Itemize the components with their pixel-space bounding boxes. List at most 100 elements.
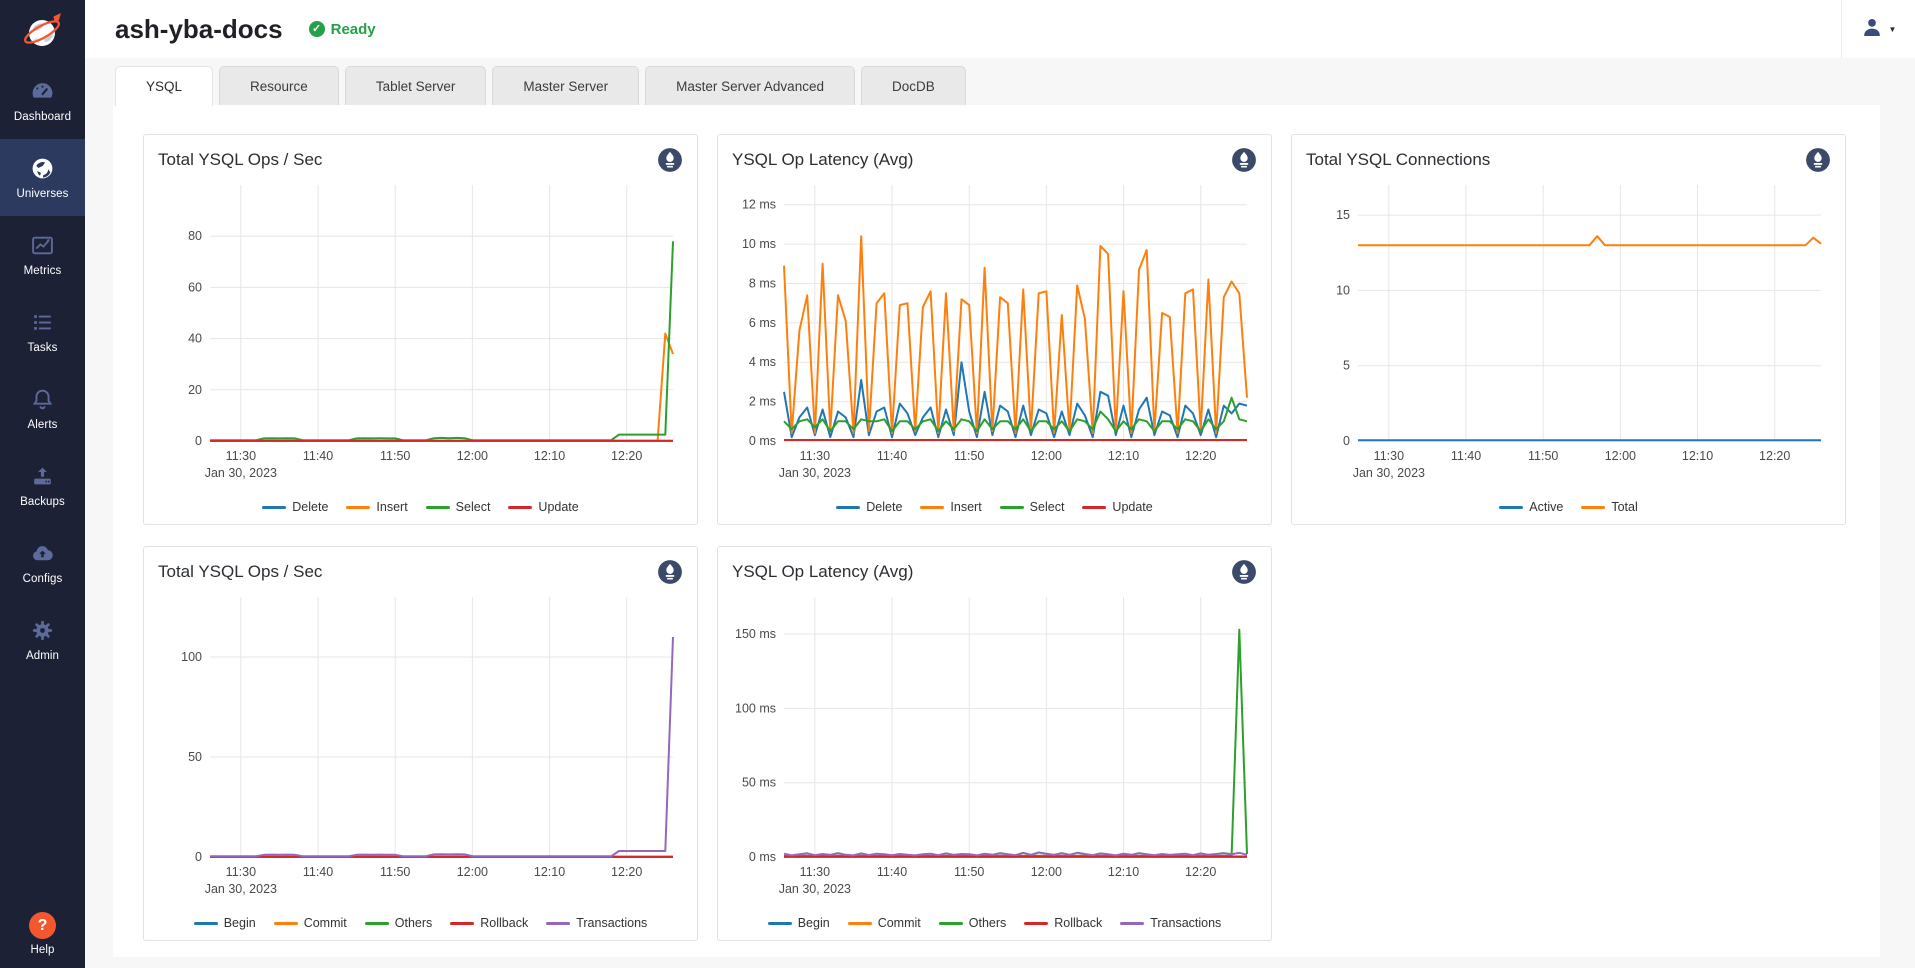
series-line-total [1358, 236, 1821, 245]
y-tick-label: 100 ms [735, 701, 776, 715]
tab-ysql[interactable]: YSQL [115, 66, 213, 106]
chart-legend: Begin Commit Others Rollback Transactions [158, 916, 683, 930]
x-tick-label: 12:10 [1108, 449, 1139, 463]
legend-item-others[interactable]: Others [939, 916, 1007, 930]
x-axis-date-label: Jan 30, 2023 [205, 466, 277, 480]
legend-item-select[interactable]: Select [426, 500, 491, 514]
x-tick-label: 12:00 [1031, 865, 1062, 879]
x-tick-label: 12:10 [534, 449, 565, 463]
tab-resource[interactable]: Resource [219, 66, 339, 105]
sidebar-item-help[interactable]: ? Help [0, 912, 85, 956]
legend-item-rollback[interactable]: Rollback [450, 916, 528, 930]
x-tick-label: 12:00 [457, 865, 488, 879]
x-tick-label: 12:00 [1605, 449, 1636, 463]
legend-item-commit[interactable]: Commit [848, 916, 921, 930]
sidebar-item-alerts[interactable]: Alerts [0, 370, 85, 447]
legend-item-begin[interactable]: Begin [194, 916, 256, 930]
legend-item-update[interactable]: Update [508, 500, 578, 514]
chart-canvas[interactable]: 11:3011:4011:5012:0012:1012:20Jan 30, 20… [158, 177, 683, 489]
legend-label: Others [969, 916, 1007, 930]
x-tick-label: 11:40 [303, 449, 333, 463]
chart-panel-ysql-op-latency: YSQL Op Latency (Avg) 11:3011:4011:5012:… [717, 134, 1272, 525]
x-axis-date-label: Jan 30, 2023 [779, 466, 851, 480]
y-tick-label: 8 ms [749, 276, 776, 290]
chart-canvas[interactable]: 11:3011:4011:5012:0012:1012:20Jan 30, 20… [1306, 177, 1831, 489]
x-tick-label: 12:00 [457, 449, 488, 463]
y-tick-label: 2 ms [749, 395, 776, 409]
legend-swatch [508, 506, 532, 509]
sidebar-item-label: Help [30, 944, 54, 956]
tab-tablet-server[interactable]: Tablet Server [345, 66, 487, 105]
tab-master-server[interactable]: Master Server [492, 66, 639, 105]
tab-docdb[interactable]: DocDB [861, 66, 966, 105]
legend-item-insert[interactable]: Insert [920, 500, 981, 514]
series-line-others [784, 630, 1247, 856]
sidebar-item-label: Tasks [28, 342, 58, 354]
legend-swatch [194, 922, 218, 925]
prometheus-icon[interactable] [657, 147, 683, 173]
legend-item-insert[interactable]: Insert [346, 500, 407, 514]
sidebar-item-admin[interactable]: Admin [0, 601, 85, 678]
x-tick-label: 11:50 [380, 449, 410, 463]
y-tick-label: 12 ms [742, 198, 776, 212]
series-line-insert [784, 236, 1247, 433]
y-tick-label: 6 ms [749, 316, 776, 330]
legend-label: Delete [292, 500, 328, 514]
legend-swatch [546, 922, 570, 925]
legend-item-transactions[interactable]: Transactions [1120, 916, 1221, 930]
legend-swatch [426, 506, 450, 509]
prometheus-icon[interactable] [1805, 147, 1831, 173]
legend-item-commit[interactable]: Commit [274, 916, 347, 930]
prometheus-icon[interactable] [1231, 147, 1257, 173]
sidebar-item-dashboard[interactable]: Dashboard [0, 62, 85, 139]
y-tick-label: 0 [195, 850, 202, 864]
caret-down-icon: ▼ [1889, 25, 1897, 34]
x-tick-label: 11:40 [303, 865, 333, 879]
sidebar-item-metrics[interactable]: Metrics [0, 216, 85, 293]
legend-item-others[interactable]: Others [365, 916, 433, 930]
user-menu[interactable]: ▼ [1841, 0, 1915, 58]
tab-master-server-advanced[interactable]: Master Server Advanced [645, 66, 855, 105]
sidebar-item-backups[interactable]: Backups [0, 447, 85, 524]
legend-swatch [848, 922, 872, 925]
legend-item-delete[interactable]: Delete [262, 500, 328, 514]
legend-item-transactions[interactable]: Transactions [546, 916, 647, 930]
legend-swatch [346, 506, 370, 509]
x-tick-label: 11:50 [380, 865, 410, 879]
legend-item-total[interactable]: Total [1581, 500, 1637, 514]
sidebar-item-universes[interactable]: Universes [0, 139, 85, 216]
legend-item-active[interactable]: Active [1499, 500, 1563, 514]
main-area: YSQL Resource Tablet Server Master Serve… [85, 58, 1915, 968]
sidebar-item-label: Dashboard [14, 111, 71, 123]
y-tick-label: 5 [1343, 359, 1350, 373]
sidebar-nav: Dashboard Universes Metrics [0, 62, 85, 678]
legend-label: Delete [866, 500, 902, 514]
chart-panel-total-ysql-connections: Total YSQL Connections 11:3011:4011:5012… [1291, 134, 1846, 525]
legend-item-delete[interactable]: Delete [836, 500, 902, 514]
chart-canvas[interactable]: 11:3011:4011:5012:0012:1012:20Jan 30, 20… [732, 177, 1257, 489]
x-axis-date-label: Jan 30, 2023 [1353, 466, 1425, 480]
charts-row-2: Total YSQL Ops / Sec 11:3011:4011:5012:0… [143, 546, 1880, 941]
prometheus-icon[interactable] [657, 559, 683, 585]
legend-item-select[interactable]: Select [1000, 500, 1065, 514]
chart-title: YSQL Op Latency (Avg) [732, 559, 913, 582]
y-tick-label: 50 [188, 750, 202, 764]
chart-canvas[interactable]: 11:3011:4011:5012:0012:1012:20Jan 30, 20… [158, 589, 683, 905]
legend-item-begin[interactable]: Begin [768, 916, 830, 930]
legend-swatch [365, 922, 389, 925]
legend-item-update[interactable]: Update [1082, 500, 1152, 514]
legend-swatch [1082, 506, 1106, 509]
chart-canvas[interactable]: 11:3011:4011:5012:0012:1012:20Jan 30, 20… [732, 589, 1257, 905]
legend-label: Others [395, 916, 433, 930]
cloud-upload-icon [30, 541, 55, 567]
legend-item-rollback[interactable]: Rollback [1024, 916, 1102, 930]
prometheus-icon[interactable] [1231, 559, 1257, 585]
sidebar-item-label: Alerts [28, 419, 58, 431]
sidebar-item-configs[interactable]: Configs [0, 524, 85, 601]
chart-legend: Active Total [1306, 500, 1831, 514]
sidebar-item-tasks[interactable]: Tasks [0, 293, 85, 370]
yugabyte-logo[interactable] [0, 0, 85, 62]
x-tick-label: 11:30 [800, 865, 830, 879]
y-tick-label: 15 [1336, 208, 1350, 222]
series-line-transactions [210, 637, 673, 856]
